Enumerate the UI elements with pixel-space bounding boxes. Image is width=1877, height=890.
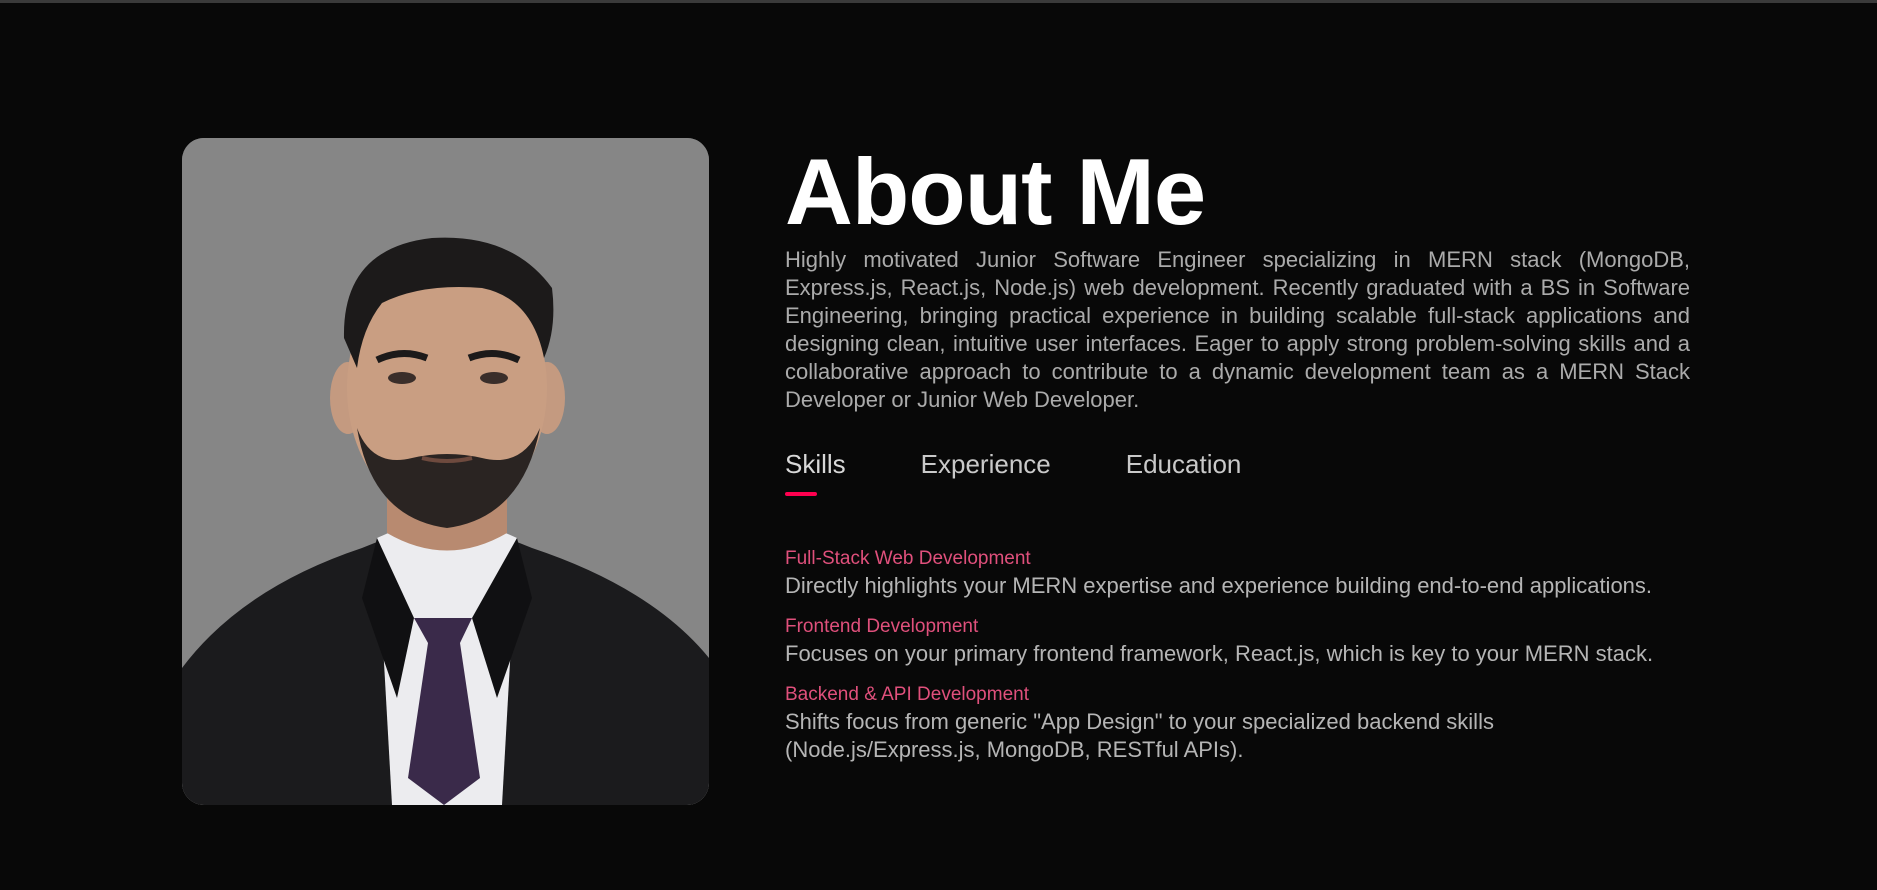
skill-description: Directly highlights your MERN expertise …	[785, 573, 1653, 598]
tab-skills[interactable]: Skills	[785, 448, 846, 498]
tab-label: Education	[1125, 449, 1242, 479]
list-item: Full-Stack Web Development Directly high…	[785, 548, 1690, 600]
skill-title: Frontend Development	[785, 616, 979, 637]
skill-description: Shifts focus from generic "App Design" t…	[785, 709, 1494, 762]
tab-label: Skills	[785, 449, 846, 479]
tab-education[interactable]: Education	[1126, 448, 1242, 498]
tab-bar: Skills Experience Education	[785, 448, 1690, 498]
page-title: About Me	[785, 139, 1206, 244]
profile-photo	[182, 138, 709, 805]
skills-list: Full-Stack Web Development Directly high…	[785, 548, 1690, 764]
tab-experience[interactable]: Experience	[921, 448, 1051, 498]
about-content: About Me Highly motivated Junior Softwar…	[785, 140, 1690, 780]
skill-description: Focuses on your primary frontend framewo…	[785, 641, 1654, 666]
skill-title: Full-Stack Web Development	[785, 548, 1031, 569]
skill-title: Backend & API Development	[785, 684, 1029, 705]
active-tab-indicator	[785, 492, 817, 496]
bio-paragraph: Highly motivated Junior Software Enginee…	[785, 247, 1690, 412]
tab-label: Experience	[920, 449, 1051, 479]
about-section: About Me Highly motivated Junior Softwar…	[0, 0, 1877, 890]
list-item: Backend & API Development Shifts focus f…	[785, 684, 1690, 764]
list-item: Frontend Development Focuses on your pri…	[785, 616, 1690, 668]
portrait-illustration	[182, 138, 709, 805]
